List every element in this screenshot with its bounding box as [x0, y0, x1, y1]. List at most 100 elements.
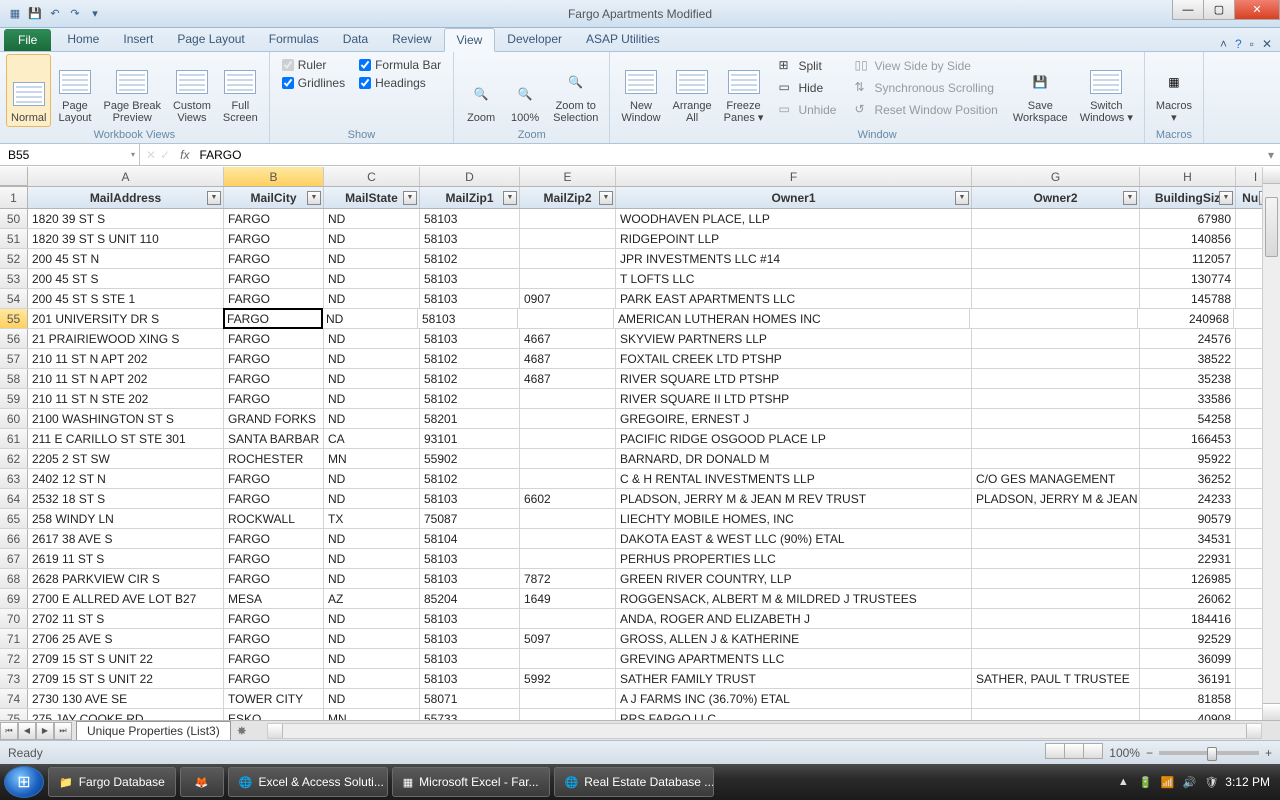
fx-icon[interactable]: fx	[176, 148, 193, 162]
row-header[interactable]: 73	[0, 669, 28, 688]
cell[interactable]: 58103	[420, 609, 520, 628]
cell[interactable]: SATHER, PAUL T TRUSTEE	[972, 669, 1140, 688]
cell[interactable]: FARGO	[224, 649, 324, 668]
cell[interactable]: 2702 11 ST S	[28, 609, 224, 628]
cell[interactable]: 0907	[520, 289, 616, 308]
cell[interactable]: FARGO	[224, 549, 324, 568]
cell[interactable]: 58103	[420, 289, 520, 308]
cell[interactable]: MN	[324, 449, 420, 468]
cell[interactable]: 34531	[1140, 529, 1236, 548]
cell[interactable]: FARGO	[224, 269, 324, 288]
cell[interactable]: 258 WINDY LN	[28, 509, 224, 528]
cell[interactable]: 7872	[520, 569, 616, 588]
cell[interactable]: 2532 18 ST S	[28, 489, 224, 508]
cell[interactable]: PLADSON, JERRY M & JEAN M REV TRUST	[616, 489, 972, 508]
row-header[interactable]: 1	[0, 187, 28, 208]
cell[interactable]: FARGO	[224, 229, 324, 248]
cell[interactable]: RIVER SQUARE LTD PTSHP	[616, 369, 972, 388]
column-header[interactable]: C	[324, 167, 420, 186]
cell[interactable]: GROSS, ALLEN J & KATHERINE	[616, 629, 972, 648]
taskbar-item[interactable]: 📁 Fargo Database	[48, 767, 176, 797]
zoom-selection-button[interactable]: 🔍Zoom to Selection	[548, 54, 603, 127]
cell[interactable]: PERHUS PROPERTIES LLC	[616, 549, 972, 568]
row-header[interactable]: 55	[0, 309, 28, 328]
vertical-scrollbar[interactable]	[1262, 167, 1280, 720]
row-header[interactable]: 53	[0, 269, 28, 288]
cell[interactable]: FARGO	[223, 308, 323, 329]
tab-home[interactable]: Home	[55, 28, 111, 51]
cell[interactable]: 26062	[1140, 589, 1236, 608]
cell[interactable]: ND	[324, 289, 420, 308]
cell[interactable]: 200 45 ST S STE 1	[28, 289, 224, 308]
full-screen-button[interactable]: Full Screen	[218, 54, 263, 127]
enter-fx-icon[interactable]: ✓	[160, 148, 170, 162]
row-header[interactable]: 72	[0, 649, 28, 668]
cell[interactable]: PACIFIC RIDGE OSGOOD PLACE LP	[616, 429, 972, 448]
cell[interactable]	[972, 329, 1140, 348]
cell[interactable]: 166453	[1140, 429, 1236, 448]
qat-more-icon[interactable]: ▾	[86, 5, 104, 23]
cell[interactable]: 58103	[420, 209, 520, 228]
column-header[interactable]: H	[1140, 167, 1236, 186]
cell[interactable]: 58102	[420, 249, 520, 268]
cell[interactable]	[972, 349, 1140, 368]
expand-formula-icon[interactable]: ▾	[1262, 148, 1280, 162]
tray-icon[interactable]: 🔋	[1137, 774, 1153, 790]
split-button[interactable]: ⊞Split	[774, 56, 840, 76]
column-header[interactable]: G	[972, 167, 1140, 186]
headings-checkbox[interactable]: Headings	[359, 76, 441, 90]
tab-data[interactable]: Data	[331, 28, 380, 51]
cell[interactable]	[972, 229, 1140, 248]
filter-header[interactable]: MailZip1▼	[420, 187, 520, 208]
cell[interactable]: ND	[324, 329, 420, 348]
arrange-all-button[interactable]: Arrange All	[668, 54, 717, 127]
tab-developer[interactable]: Developer	[495, 28, 574, 51]
cell[interactable]	[520, 549, 616, 568]
cell[interactable]: 58103	[420, 649, 520, 668]
gridlines-checkbox[interactable]: Gridlines	[282, 76, 345, 90]
page-break-preview-button[interactable]: Page Break Preview	[98, 54, 165, 127]
cell[interactable]: 36191	[1140, 669, 1236, 688]
cell[interactable]: ND	[324, 389, 420, 408]
cell[interactable]: FARGO	[224, 489, 324, 508]
tab-insert[interactable]: Insert	[111, 28, 165, 51]
cell[interactable]	[972, 509, 1140, 528]
cell[interactable]: 40908	[1140, 709, 1236, 720]
cell[interactable]: 2402 12 ST N	[28, 469, 224, 488]
taskbar-item[interactable]: ▦ Microsoft Excel - Far...	[392, 767, 550, 797]
cell[interactable]: ND	[324, 529, 420, 548]
select-all-corner[interactable]	[0, 167, 28, 186]
cell[interactable]: LIECHTY MOBILE HOMES, INC	[616, 509, 972, 528]
custom-views-button[interactable]: Custom Views	[168, 54, 216, 127]
cell[interactable]: 210 11 ST N APT 202	[28, 349, 224, 368]
minimize-button[interactable]: —	[1172, 0, 1204, 20]
cell[interactable]: 2100 WASHINGTON ST S	[28, 409, 224, 428]
cell[interactable]: 1820 39 ST S	[28, 209, 224, 228]
tab-review[interactable]: Review	[380, 28, 443, 51]
row-header[interactable]: 69	[0, 589, 28, 608]
filter-dropdown-icon[interactable]: ▼	[207, 191, 221, 205]
cell[interactable]: AZ	[324, 589, 420, 608]
sheet-nav-next-icon[interactable]: ▶	[36, 722, 54, 740]
cell[interactable]: 2617 38 AVE S	[28, 529, 224, 548]
cell[interactable]	[520, 709, 616, 720]
cell[interactable]: A J FARMS INC (36.70%) ETAL	[616, 689, 972, 708]
cell[interactable]: TX	[324, 509, 420, 528]
row-header[interactable]: 51	[0, 229, 28, 248]
cell[interactable]	[520, 229, 616, 248]
hide-button[interactable]: ▭Hide	[774, 78, 840, 98]
cell[interactable]	[520, 449, 616, 468]
cell[interactable]: 126985	[1140, 569, 1236, 588]
cell[interactable]: 5992	[520, 669, 616, 688]
cell[interactable]: ROCKWALL	[224, 509, 324, 528]
taskbar-firefox-icon[interactable]: 🦊	[180, 767, 224, 797]
cell[interactable]: RIVER SQUARE II LTD PTSHP	[616, 389, 972, 408]
cell[interactable]: 2709 15 ST S UNIT 22	[28, 649, 224, 668]
cell[interactable]: ND	[324, 209, 420, 228]
cell[interactable]: ND	[324, 369, 420, 388]
row-header[interactable]: 62	[0, 449, 28, 468]
zoom-slider[interactable]	[1159, 751, 1259, 755]
zoom-100-button[interactable]: 🔍100%	[504, 54, 546, 127]
cell[interactable]	[972, 209, 1140, 228]
cell[interactable]: FARGO	[224, 249, 324, 268]
